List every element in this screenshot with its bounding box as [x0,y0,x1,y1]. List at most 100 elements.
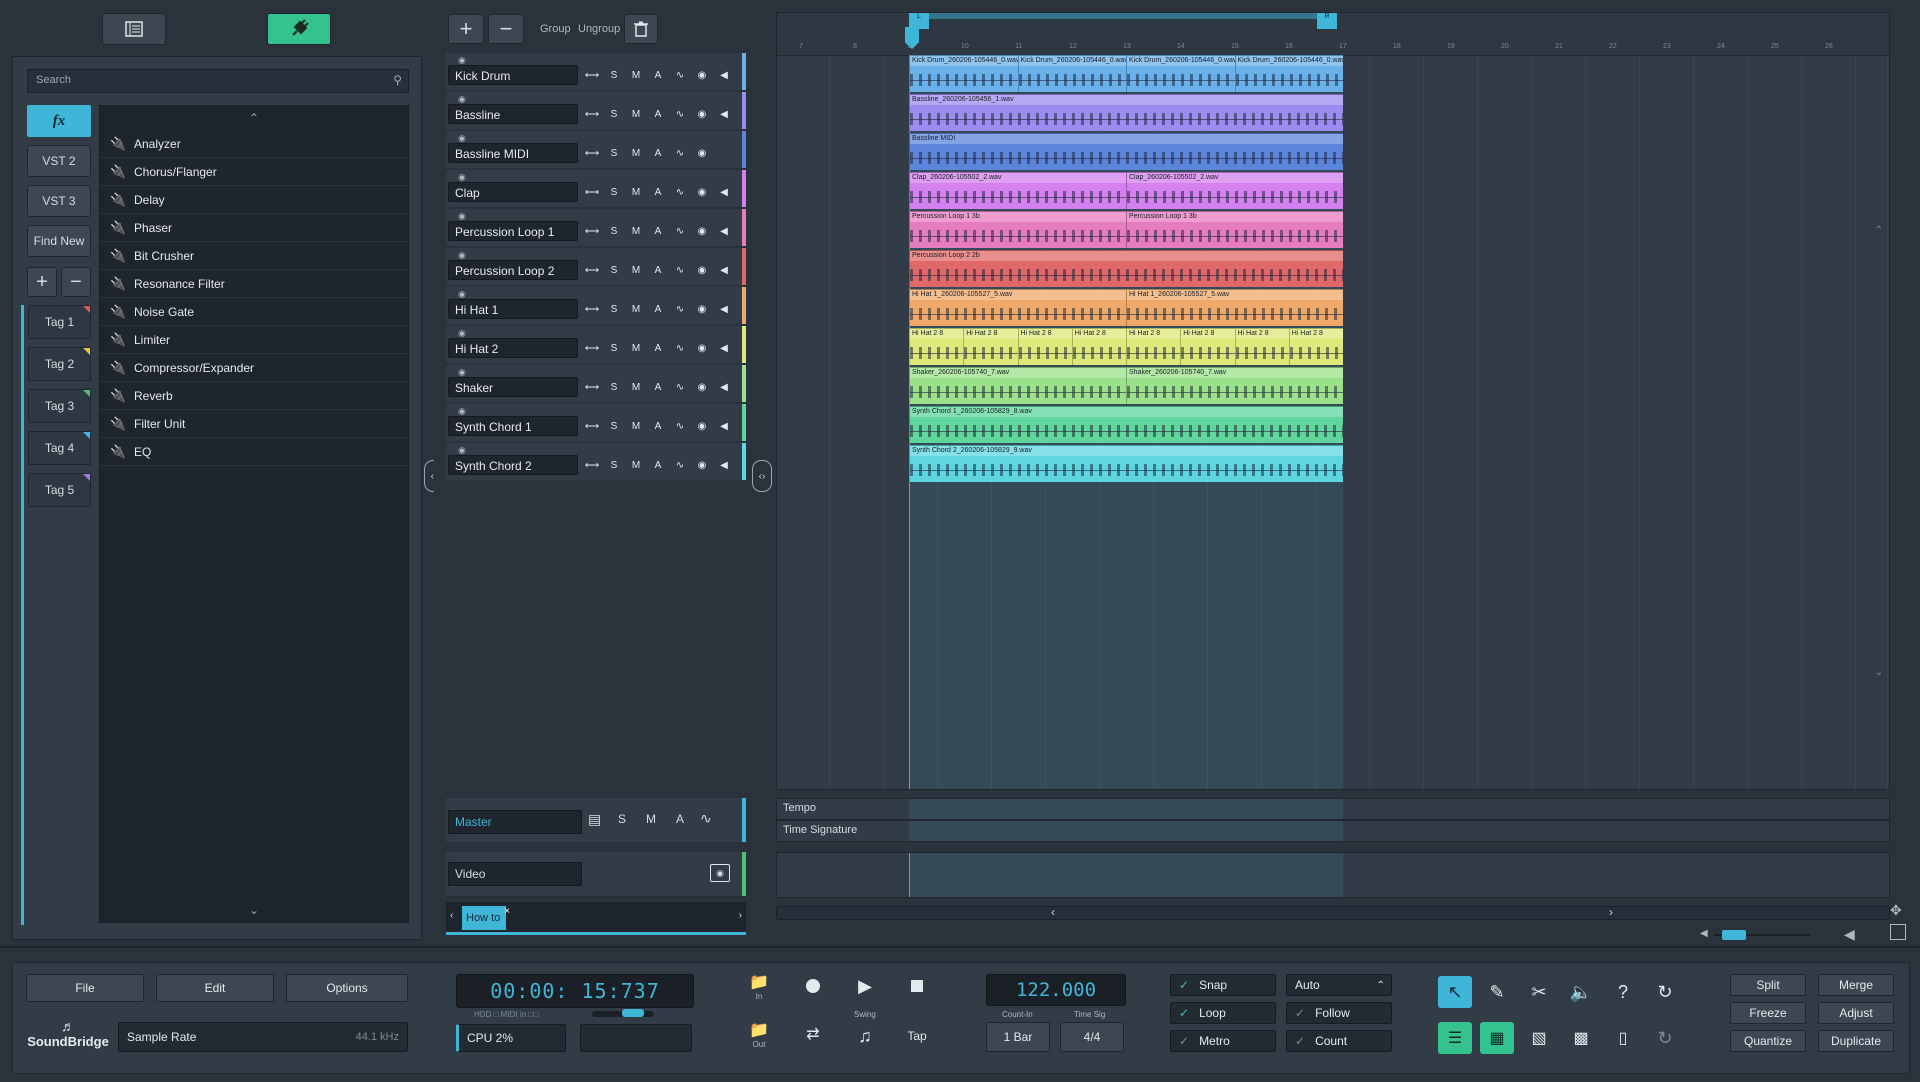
vst3-button[interactable]: VST 3 [27,185,91,217]
mute-button[interactable]: M [626,144,646,162]
automation-button[interactable]: A [648,144,668,162]
solo-button[interactable]: S [604,261,624,279]
piano-roll-button[interactable]: ▩ [1564,1022,1598,1054]
ungroup-button[interactable]: Ungroup [578,23,620,35]
undo-button[interactable]: ↻ [1648,976,1682,1008]
automation-button[interactable]: A [648,66,668,84]
audio-clip[interactable]: Clap_260206-105502_2.wav [1126,173,1343,210]
audio-clip[interactable]: Hi Hat 2 8 [1126,329,1181,366]
help-button[interactable]: ? [1606,976,1640,1008]
loop-routing-button[interactable]: ⇄ [796,1018,830,1050]
track-name[interactable]: Percussion Loop 1 [448,221,578,241]
audio-clip[interactable]: Hi Hat 2 8 [909,329,964,366]
search-field[interactable]: Search ⚲ [27,69,409,93]
arrangement-view[interactable]: 7 8 9 10 11 12 13 14 15 16 17 18 19 20 21 22 23 24 25 26 L … [776,12,1890,790]
record-arm-icon[interactable]: ◉ [692,300,712,318]
record-arm-icon[interactable]: ◉ [692,378,712,396]
monitor-speaker-icon[interactable]: ◀ [714,222,734,240]
time-signature-lane[interactable]: Time Signature [776,820,1890,842]
browser-view-button[interactable] [102,13,166,45]
group-button[interactable]: Group [540,23,571,35]
track-name[interactable]: Hi Hat 2 [448,338,578,358]
swing-button[interactable]: ♫ [848,1020,882,1052]
effect-item[interactable]: 🔌 Noise Gate [100,298,408,326]
tag-1[interactable]: Tag 1 [28,305,91,339]
auto-selector[interactable]: Auto ⌃ [1286,974,1392,996]
tab-scroll-right-icon[interactable]: › [739,910,742,921]
automation-button[interactable]: A [648,183,668,201]
track-name[interactable]: Bassline MIDI [448,143,578,163]
record-arm-icon[interactable]: ◉ [692,222,712,240]
input-level-thumb[interactable] [622,1009,644,1017]
tag-2[interactable]: Tag 2 [28,347,91,381]
track-header[interactable]: ◉ Shaker ⟷ S M A ∿ ◉ ◀ [446,365,746,402]
record-arm-icon[interactable]: ◉ [692,144,712,162]
solo-button[interactable]: S [604,300,624,318]
audio-clip[interactable]: Hi Hat 2 8 [1071,329,1126,366]
input-routing-icon[interactable]: ⟷ [582,339,602,357]
automation-button[interactable]: A [648,300,668,318]
audio-clip[interactable]: Shaker_260206-105740_7.wav [1126,368,1343,405]
record-button[interactable] [796,970,830,1002]
effect-item[interactable]: 🔌 Reverb [100,382,408,410]
zoom-out-icon[interactable]: ◀ [1700,928,1708,939]
monitor-speaker-icon[interactable]: ◀ [714,261,734,279]
envelope-icon[interactable]: ∿ [670,339,690,357]
audio-clip[interactable]: Hi Hat 2 8 [1234,329,1289,366]
effect-item[interactable]: 🔌 Phaser [100,214,408,242]
mute-tool-button[interactable]: 🔈 [1564,976,1598,1008]
track-header[interactable]: ◉ Synth Chord 2 ⟷ S M A ∿ ◉ ◀ [446,443,746,480]
monitor-speaker-icon[interactable]: ◀ [714,339,734,357]
record-arm-icon[interactable]: ◉ [692,417,712,435]
edit-menu-button[interactable]: Edit [156,974,274,1002]
track-name[interactable]: Hi Hat 1 [448,299,578,319]
follow-toggle[interactable]: ✓ Follow [1286,1002,1392,1024]
mixer-view-button[interactable]: ▦ [1480,1022,1514,1054]
count-toggle[interactable]: ✓ Count [1286,1030,1392,1052]
input-level-slider[interactable] [592,1009,654,1017]
track-name[interactable]: Percussion Loop 2 [448,260,578,280]
solo-button[interactable]: S [604,66,624,84]
track-name[interactable]: Synth Chord 2 [448,455,578,475]
monitor-speaker-icon[interactable]: ◀ [714,417,734,435]
input-routing-icon[interactable]: ⟷ [582,222,602,240]
envelope-icon[interactable]: ∿ [670,105,690,123]
solo-button[interactable]: S [604,222,624,240]
video-icon[interactable]: ◉ [710,864,730,882]
input-routing-icon[interactable]: ⟷ [582,66,602,84]
track-header[interactable]: ◉ Bassline ⟷ S M A ∿ ◉ ◀ [446,92,746,129]
audio-clip[interactable]: Hi Hat 2 8 [1288,329,1343,366]
tag-5[interactable]: Tag 5 [28,473,91,507]
solo-button[interactable]: S [604,339,624,357]
input-routing-icon[interactable]: ⟷ [582,417,602,435]
zoom-slider[interactable]: ◀ ◀ [1700,926,1855,942]
plugins-view-button[interactable] [267,13,331,45]
audio-clip[interactable]: Synth Chord 1_260206-105829_8.wav [909,407,1343,444]
input-routing-icon[interactable]: ⟷ [582,105,602,123]
audio-clip[interactable]: Hi Hat 2 8 [963,329,1018,366]
master-envelope-icon[interactable]: ∿ [700,810,712,827]
envelope-icon[interactable]: ∿ [670,183,690,201]
tempo-lane[interactable]: Tempo [776,798,1890,820]
record-arm-icon[interactable]: ◉ [692,339,712,357]
metronome-toggle[interactable]: ✓ Metro [1170,1030,1276,1052]
video-lane[interactable] [776,852,1890,898]
record-arm-icon[interactable]: ◉ [692,183,712,201]
options-menu-button[interactable]: Options [286,974,408,1002]
automation-button[interactable]: A [648,378,668,396]
hscroll-right-icon[interactable]: › [1609,905,1613,919]
record-arm-icon[interactable]: ◉ [692,456,712,474]
horizontal-scrollbar[interactable]: ‹ › [776,905,1890,920]
zoom-in-icon[interactable]: ◀ [1844,926,1855,943]
envelope-icon[interactable]: ∿ [670,300,690,318]
record-arm-icon[interactable]: ◉ [692,261,712,279]
time-display[interactable]: 00:00: 15:737 [456,974,694,1008]
waveform-editor-button[interactable]: ▧ [1522,1022,1556,1054]
effect-item[interactable]: 🔌 Resonance Filter [100,270,408,298]
right-splitter-handle[interactable]: ‹› [752,460,772,492]
vscroll-up-icon[interactable]: ⌃ [1875,225,1883,236]
track-header[interactable]: ◉ Hi Hat 1 ⟷ S M A ∿ ◉ ◀ [446,287,746,324]
master-edit-icon[interactable]: ▤ [588,811,601,828]
solo-button[interactable]: S [604,417,624,435]
remove-tag-button[interactable]: − [61,267,91,297]
